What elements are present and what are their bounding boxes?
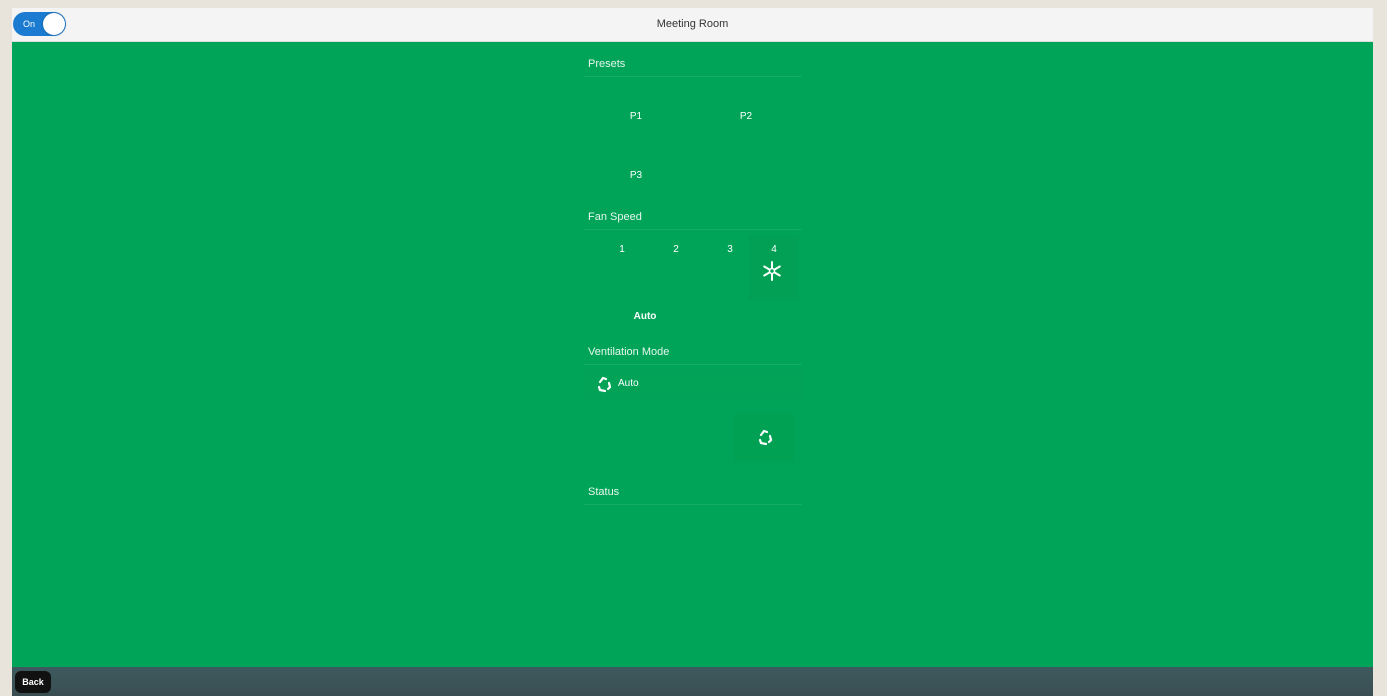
fan-speed-section: 1 2 3 4 Auto (584, 230, 802, 340)
presets-title: Presets (584, 52, 802, 77)
ventilation-mode-section: Auto (584, 365, 802, 480)
presets-section: P1 P2 P3 (584, 77, 802, 205)
ventilation-auto-label: Auto (618, 378, 639, 389)
preset-button-p2[interactable]: P2 (706, 100, 786, 134)
fan-speed-button-2[interactable]: 2 (656, 235, 696, 265)
fan-speed-title: Fan Speed (584, 205, 802, 230)
preset-button-p1[interactable]: P1 (596, 100, 676, 134)
footer-bar: Back (12, 667, 1373, 696)
recycle-icon (597, 376, 612, 393)
page-title: Meeting Room (656, 18, 729, 30)
preset-button-p3[interactable]: P3 (596, 159, 676, 193)
ventilation-auto-button[interactable]: Auto (584, 369, 802, 399)
main-screen: On Meeting Room Presets P1 P2 P3 Fan Spe… (12, 8, 1373, 696)
back-button[interactable]: Back (15, 671, 51, 693)
status-title: Status (584, 480, 802, 505)
fan-icon (763, 261, 781, 281)
fan-speed-button-1[interactable]: 1 (602, 235, 642, 265)
header-bar: On Meeting Room (12, 8, 1373, 42)
ventilation-mode-title: Ventilation Mode (584, 340, 802, 365)
status-section (584, 505, 802, 533)
fan-speed-button-3[interactable]: 3 (710, 235, 750, 265)
fan-speed-auto-button[interactable]: Auto (610, 302, 680, 332)
ventilation-manual-button[interactable] (734, 413, 794, 461)
recycle-icon (758, 429, 773, 446)
control-panel: Presets P1 P2 P3 Fan Speed 1 2 3 4 Auto … (584, 52, 802, 533)
